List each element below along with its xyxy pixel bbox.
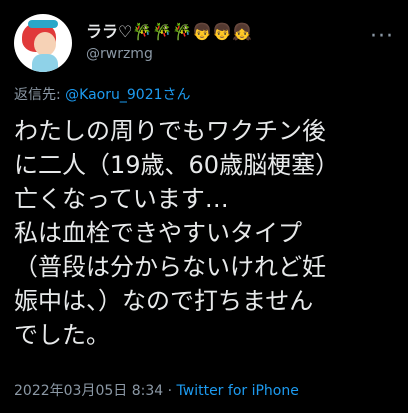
avatar-face [34, 32, 56, 56]
tweet-meta: 2022年03月05日 8:34 · Twitter for iPhone [14, 380, 299, 400]
tweet-header: ララ♡🎋🎋🎋👦👦👧 @rwrzmg ··· [14, 14, 394, 78]
meta-separator: · [163, 383, 177, 399]
avatar-body [32, 54, 58, 72]
display-name[interactable]: ララ♡🎋🎋🎋👦👦👧 [86, 18, 362, 42]
reply-to-line: 返信先: @Kaoru_9021さん [14, 84, 191, 104]
tweet-timestamp[interactable]: 2022年03月05日 8:34 [14, 383, 163, 399]
avatar[interactable] [14, 14, 72, 72]
user-handle[interactable]: @rwrzmg [86, 46, 362, 62]
more-icon[interactable]: ··· [370, 24, 394, 49]
tweet-source-link[interactable]: Twitter for iPhone [177, 383, 299, 399]
user-names[interactable]: ララ♡🎋🎋🎋👦👦👧 @rwrzmg [86, 18, 362, 62]
avatar-band [28, 20, 58, 28]
tweet-text: わたしの周りでもワクチン後 に二人（19歳、60歳脳梗塞） 亡くなっています… … [14, 117, 340, 349]
reply-mention-link[interactable]: @Kaoru_9021さん [65, 87, 190, 103]
reply-prefix: 返信先: [14, 87, 66, 103]
